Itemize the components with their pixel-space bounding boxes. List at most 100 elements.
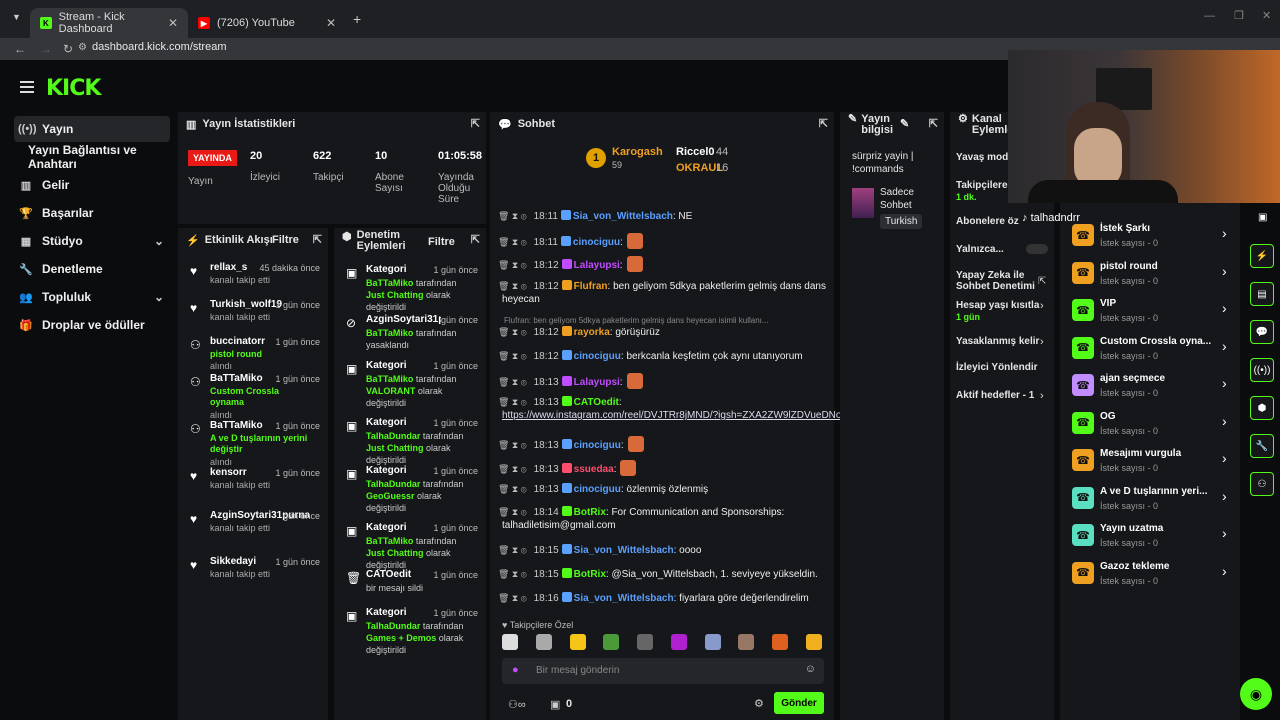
reload-icon[interactable]: ↻ [63,42,73,56]
broadcast-dock-icon[interactable]: ((•)) [1250,358,1274,382]
message-actions-icon[interactable]: 🗑 ⧗ ⊚ [498,281,527,291]
channel-action-item[interactable]: Hesap yaşı kısıtla 1 gün [950,300,1054,324]
reward-item[interactable]: ☎ Gazoz tekleme İstek sayısı - 0 › [1072,558,1232,592]
community-dock-icon[interactable]: ⚇ [1250,472,1274,496]
reward-item[interactable]: ☎ ajan seçmece İstek sayısı - 0 › [1072,370,1232,404]
nav-item-studyo[interactable]: ▦ Stüdyo ⌄ [14,228,170,254]
message-user[interactable]: cinociguu [573,237,620,248]
dock-toggle-icon[interactable]: ▣ [1258,212,1267,223]
message-actions-icon[interactable]: 🗑 ⧗ ⊚ [498,327,527,337]
minimize-icon[interactable]: — [1204,10,1215,22]
nav-item-gelir[interactable]: ▥ Gelir [14,172,170,198]
message-user[interactable]: cinociguu [574,351,621,362]
emote-icon[interactable] [569,634,586,650]
toggle-switch[interactable] [1026,244,1048,254]
nav-item-droplar[interactable]: 🎁 Droplar ve ödüller [14,312,170,338]
wrench-dock-icon[interactable]: 🔧 [1250,434,1274,458]
emote-icon[interactable] [535,634,552,650]
reward-item[interactable]: ☎ Mesajımı vurgula İstek sayısı - 0 › [1072,445,1232,479]
channel-action-item[interactable]: Aktif hedefler - 1 [950,390,1054,414]
tab-kick-dashboard[interactable]: K Stream - Kick Dashboard ✕ [30,8,188,38]
message-user[interactable]: CATOedit [574,397,619,408]
popout-icon[interactable]: ⇱ [819,117,828,130]
filter-button[interactable]: Filtre [428,236,455,248]
reward-item[interactable]: ☎ OG İstek sayısı - 0 › [1072,408,1232,442]
nav-item-basarilar[interactable]: 🏆 Başarılar [14,200,170,226]
message-actions-icon[interactable]: 🗑 ⧗ ⊚ [498,397,527,407]
edit-icon[interactable]: ✎ [900,117,909,130]
message-user[interactable]: rayorka [574,327,610,338]
message-actions-icon[interactable]: 🗑 ⧗ ⊚ [498,260,527,270]
message-actions-icon[interactable]: 🗑 ⧗ ⊚ [498,507,527,517]
nav-item-topluluk[interactable]: 👥 Topluluk ⌄ [14,284,170,310]
message-actions-icon[interactable]: 🗑 ⧗ ⊚ [498,211,527,221]
send-button[interactable]: Gönder [774,692,824,714]
message-actions-icon[interactable]: 🗑 ⧗ ⊚ [498,545,527,555]
emote-icon[interactable] [670,634,687,650]
message-user[interactable]: ssuedaa [574,464,614,475]
message-user[interactable]: Lalayupsi [574,377,620,388]
emote-icon[interactable] [502,634,518,650]
message-actions-icon[interactable]: 🗑 ⧗ ⊚ [498,569,527,579]
kick-logo[interactable]: KICK [46,76,101,101]
emote-icon[interactable] [704,634,721,650]
window-close-icon[interactable]: ✕ [1262,9,1271,22]
emote-icon[interactable] [738,634,755,650]
reward-item[interactable]: ☎ pistol round İstek sayısı - 0 › [1072,258,1232,292]
message-user[interactable]: Sia_von_Wittelsbach [573,211,673,222]
emote-bar[interactable] [502,634,822,652]
reward-item[interactable]: ☎ A ve D tuşlarının yeri... İstek sayısı -… [1072,483,1232,517]
channel-action-item[interactable]: İzleyici Yönlendir [950,362,1054,386]
mic-icon[interactable]: ● [512,664,519,676]
emote-icon[interactable] [603,634,620,650]
help-chat-icon[interactable]: ◉ [1240,678,1272,710]
message-user[interactable]: Sia_von_Wittelsbach [574,545,674,556]
url-field[interactable]: dashboard.kick.com/stream [92,41,227,53]
points-icon[interactable]: ⚇∞ [508,698,526,711]
menu-icon[interactable] [20,81,34,96]
message-user[interactable]: BotRix [574,507,606,518]
emote-icon[interactable] [805,634,822,650]
tab-list-button[interactable]: ▼ [12,12,21,22]
message-actions-icon[interactable]: 🗑 ⧗ ⊚ [498,464,527,474]
popout-icon[interactable]: ⇱ [313,233,322,246]
chat-dock-icon[interactable]: 💬 [1250,320,1274,344]
filter-button[interactable]: Filtre [272,234,299,246]
site-info-icon[interactable]: ⚙ [78,42,87,53]
store-icon[interactable]: ▣ [550,698,560,711]
tab-youtube[interactable]: ▶ (7206) YouTube ✕ [188,8,346,38]
channel-action-item[interactable]: Yasaklanmış kelir [950,336,1054,360]
message-user[interactable]: Flufran [574,281,608,292]
new-tab-button[interactable]: + [353,11,361,27]
forward-icon[interactable]: → [40,42,52,56]
close-tab-icon[interactable]: ✕ [326,16,336,30]
document-dock-icon[interactable]: ▤ [1250,282,1274,306]
nav-item-stream-key[interactable]: Yayın Bağlantısı ve Anahtarı [28,143,178,171]
message-user[interactable]: cinociguu [574,440,621,451]
message-actions-icon[interactable]: 🗑 ⧗ ⊚ [498,237,527,247]
emoji-icon[interactable]: ☺ [805,663,816,675]
chat-input[interactable]: ● Bir mesaj gönderin ☺ [502,658,824,684]
message-actions-icon[interactable]: 🗑 ⧗ ⊚ [498,377,527,387]
reward-item[interactable]: ☎ VIP İstek sayısı - 0 › [1072,295,1232,329]
nav-item-denetleme[interactable]: 🔧 Denetleme [14,256,170,282]
close-tab-icon[interactable]: ✕ [168,16,178,30]
reward-item[interactable]: ☎ Custom Crossla oyna... İstek sayısı - 0 › [1072,333,1232,367]
message-actions-icon[interactable]: 🗑 ⧗ ⊚ [498,484,527,494]
message-actions-icon[interactable]: 🗑 ⧗ ⊚ [498,351,527,361]
emote-icon[interactable] [637,634,654,650]
message-user[interactable]: Sia_von_Wittelsbach [574,593,674,604]
message-user[interactable]: cinociguu [574,484,621,495]
popout-icon[interactable]: ⇱ [929,117,938,130]
nav-item-yayin[interactable]: ((•)) Yayın [14,116,170,142]
reward-item[interactable]: ☎ İstek Şarkı İstek sayısı - 0 › [1072,220,1232,254]
message-user[interactable]: Lalayupsi [574,260,620,271]
popout-icon[interactable]: ⇱ [471,117,480,130]
lightning-dock-icon[interactable]: ⚡ [1250,244,1274,268]
emote-icon[interactable] [772,634,789,650]
maximize-icon[interactable]: ❐ [1234,9,1244,22]
back-icon[interactable]: ← [14,42,26,56]
shield-dock-icon[interactable]: ⬢ [1250,396,1274,420]
popout-icon[interactable]: ⇱ [471,233,480,246]
reward-item[interactable]: ☎ Yayın uzatma İstek sayısı - 0 › [1072,520,1232,554]
